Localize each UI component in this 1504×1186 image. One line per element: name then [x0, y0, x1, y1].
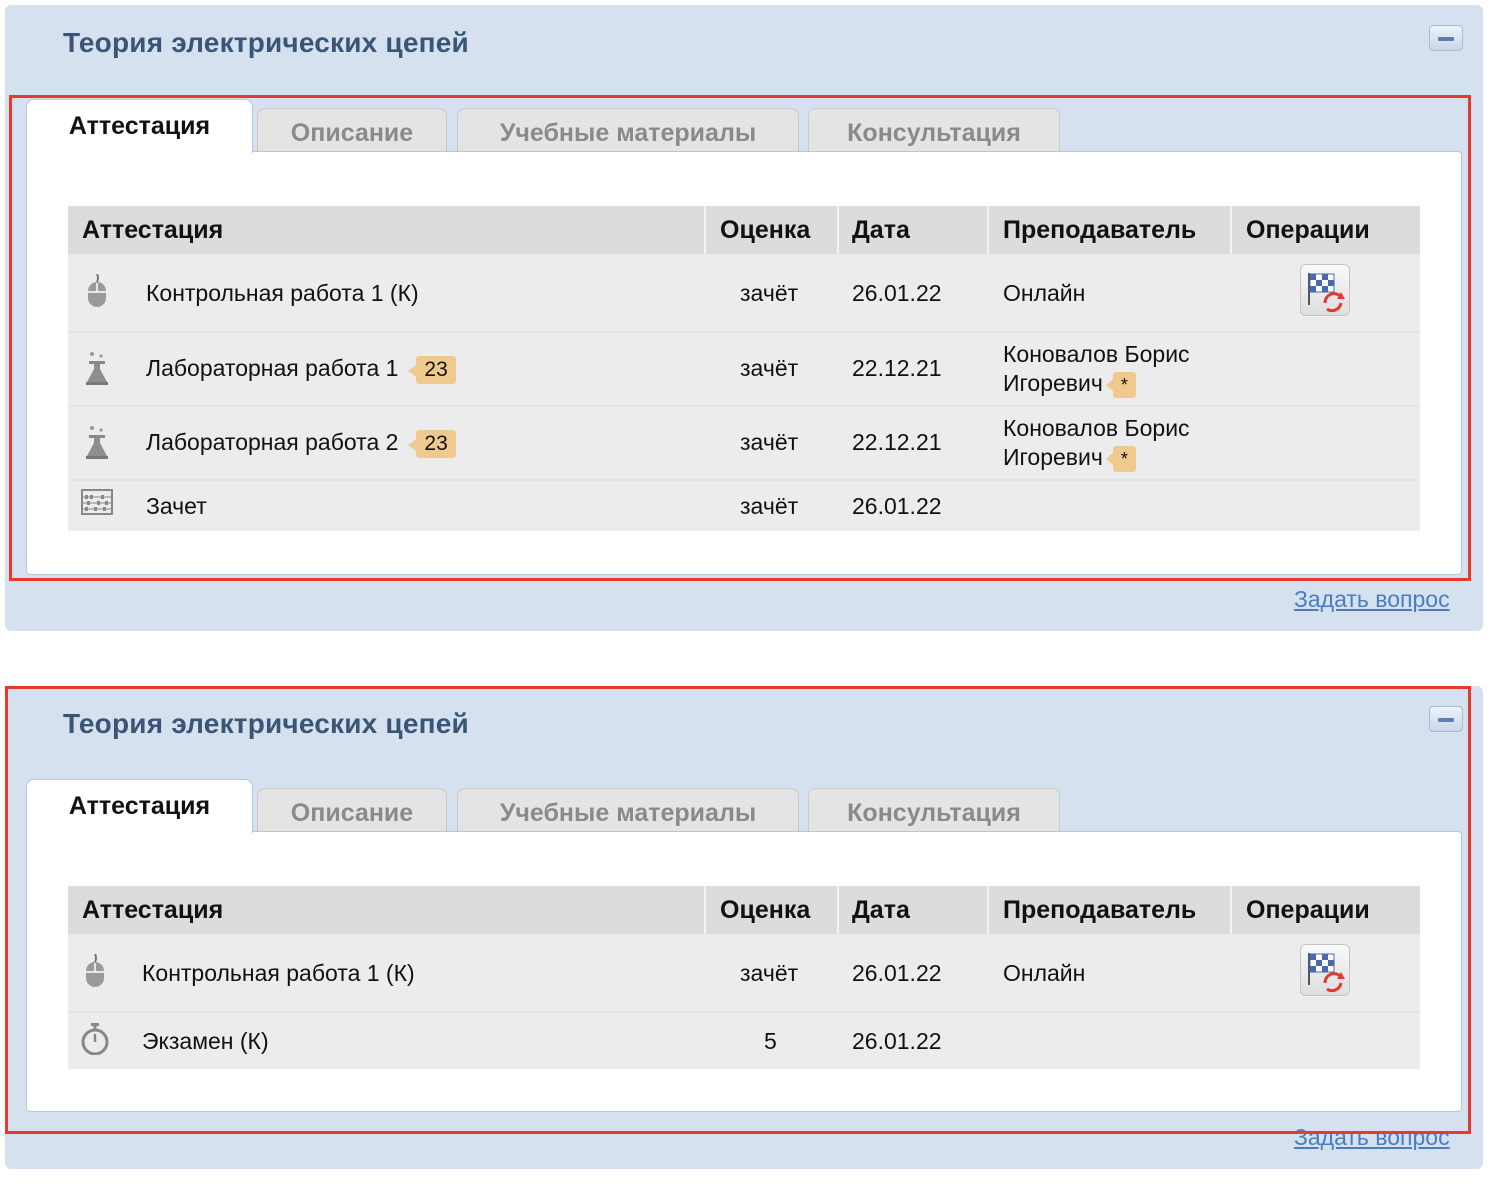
ask-question-link[interactable]: Задать вопрос [1294, 586, 1450, 613]
highlight-box [5, 686, 1471, 1134]
panel-title: Теория электрических цепей [63, 27, 469, 58]
highlight-box [9, 95, 1471, 581]
collapse-button[interactable] [1429, 25, 1463, 51]
